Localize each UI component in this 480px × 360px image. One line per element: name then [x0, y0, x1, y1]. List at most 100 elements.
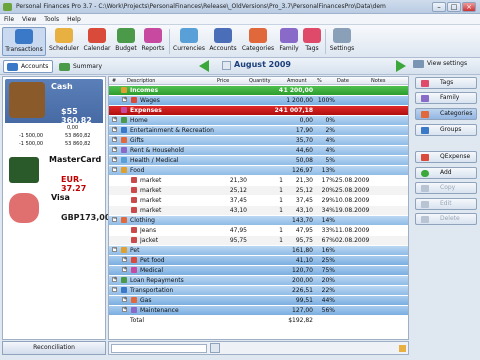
category-row[interactable]: + Rent & Household 44,60 4% [109, 146, 408, 155]
expand-toggle-icon[interactable]: + [122, 267, 127, 272]
expand-toggle-icon[interactable]: + [112, 117, 117, 122]
toolbar-accounts[interactable]: Accounts [207, 27, 239, 56]
previous-month-arrow[interactable] [199, 60, 209, 72]
search-icon[interactable] [210, 343, 220, 353]
transaction-row[interactable]: Jeans 47,95 1 47,95 33% 11.08.2009 [109, 226, 408, 235]
expand-toggle-icon[interactable]: + [122, 257, 127, 262]
transaction-row[interactable]: market 25,12 1 25,12 20% 25.08.2009 [109, 186, 408, 195]
account-card-visa[interactable]: Visa GBP173,00 [5, 191, 110, 227]
add-icon [421, 170, 429, 177]
category-row[interactable]: − Food 126,97 13% [109, 166, 408, 175]
column-header-notes[interactable]: Notes [371, 78, 385, 84]
delete-button[interactable]: Delete [415, 213, 477, 225]
cell-pct: 56% [321, 307, 335, 314]
expand-toggle-icon[interactable]: + [122, 297, 127, 302]
category-row[interactable]: + Entertainment & Recreation 17,90 2% [109, 126, 408, 135]
expand-toggle-icon[interactable]: + [112, 147, 117, 152]
expand-toggle-icon[interactable]: + [112, 137, 117, 142]
account-card-mastercard[interactable]: MasterCard EUR-37,27 [5, 153, 103, 193]
transaction-row[interactable]: market 43,10 1 43,10 34% 19.08.2009 [109, 206, 408, 215]
calendar-picker-icon[interactable] [222, 61, 231, 70]
cell-desc: Total [130, 317, 145, 324]
menu-view[interactable]: View [18, 14, 40, 25]
toolbar-transactions[interactable]: Transactions [2, 27, 46, 56]
toolbar-categories[interactable]: Categories [240, 27, 276, 56]
category-row[interactable]: + Maintenance 127,00 56% [109, 306, 408, 315]
expand-toggle-icon[interactable]: + [122, 307, 127, 312]
category-row[interactable]: + Health / Medical 50,08 5% [109, 156, 408, 165]
category-row[interactable]: Expenses 24 1 007,18 [109, 106, 408, 115]
cell-amt: 50,08 [295, 157, 313, 164]
category-row[interactable]: + Loan Repayments 200,00 20% [109, 276, 408, 285]
category-row[interactable]: + Wages 1 200,00 100% [109, 96, 408, 105]
maximize-button[interactable]: □ [447, 2, 461, 12]
add-button[interactable]: Add [415, 167, 477, 179]
resize-grip-icon [399, 345, 406, 352]
menu-help[interactable]: Help [63, 14, 85, 25]
qexpense-button[interactable]: QExpense [415, 151, 477, 163]
toolbar-currencies[interactable]: Currencies [172, 27, 206, 56]
cell-desc: Maintenance [140, 307, 179, 314]
piggy-bank-icon [9, 193, 39, 223]
filter-input[interactable] [111, 344, 207, 353]
category-row[interactable]: − Clothing 143,70 14% [109, 216, 408, 225]
close-button[interactable]: × [462, 2, 476, 12]
edit-icon [421, 201, 429, 208]
expand-toggle-icon[interactable]: − [112, 167, 117, 172]
category-row[interactable]: − Pet 161,80 16% [109, 246, 408, 255]
categories-button[interactable]: Categories [415, 108, 477, 120]
tags-button[interactable]: Tags [415, 77, 477, 89]
cell-desc: Gas [140, 297, 152, 304]
expand-toggle-icon[interactable]: − [112, 247, 117, 252]
detail-value: 0,00 [67, 125, 79, 131]
column-header-description[interactable]: Description [127, 78, 155, 84]
category-row[interactable]: Incomes 4 1 200,00 [109, 86, 408, 95]
toolbar-reports[interactable]: Reports [140, 27, 166, 56]
toolbar-scheduler[interactable]: Scheduler [47, 27, 81, 56]
category-row[interactable]: + Gas 99,51 44% [109, 296, 408, 305]
reconciliation-button[interactable]: Reconciliation [2, 341, 106, 355]
cell-pct: 2% [325, 127, 335, 134]
category-row[interactable]: + Pet food 41,10 25% [109, 256, 408, 265]
copy-button[interactable]: Copy [415, 182, 477, 194]
account-card-cash[interactable]: Cash $55 360,82 0,00 -1 500,00 53 860,82… [5, 79, 103, 149]
transaction-row[interactable]: market 37,45 1 37,45 29% 10.08.2009 [109, 196, 408, 205]
column-header-price[interactable]: Price [217, 78, 229, 84]
toolbar-label: Tags [305, 45, 319, 52]
toolbar-budget[interactable]: Budget [113, 27, 139, 56]
total-row[interactable]: Total $192,82 [109, 316, 408, 325]
expand-toggle-icon[interactable]: − [112, 287, 117, 292]
toolbar-calendar[interactable]: Calendar [82, 27, 112, 56]
expand-toggle-icon[interactable]: − [112, 217, 117, 222]
column-header-percent[interactable]: % [317, 78, 322, 84]
column-header-date[interactable]: Date [337, 78, 349, 84]
expand-toggle-icon[interactable]: + [112, 157, 117, 162]
minimize-button[interactable]: – [432, 2, 446, 12]
menu-tools[interactable]: Tools [40, 14, 63, 25]
cell-date: 25.08.2009 [335, 187, 369, 194]
column-header-number[interactable]: # [112, 78, 116, 84]
family-button[interactable]: Family [415, 92, 477, 104]
transaction-row[interactable]: market 21,30 1 21,30 17% 25.08.2009 [109, 176, 408, 185]
column-header-quantity[interactable]: Quantity [249, 78, 271, 84]
next-month-arrow[interactable] [396, 60, 406, 72]
column-header-amount[interactable]: Amount [287, 78, 307, 84]
category-row[interactable]: + Medical 120,70 75% [109, 266, 408, 275]
toolbar-settings[interactable]: Settings [328, 27, 356, 56]
category-row[interactable]: − Transportation 226,51 22% [109, 286, 408, 295]
groups-button[interactable]: Groups [415, 124, 477, 136]
expand-toggle-icon[interactable]: + [122, 97, 127, 102]
expand-toggle-icon[interactable]: + [112, 277, 117, 282]
summary-view-button[interactable]: Summary [55, 60, 105, 73]
accounts-view-button[interactable]: Accounts [3, 60, 53, 73]
category-row[interactable]: + Home 0,00 0% [109, 116, 408, 125]
transaction-row[interactable]: Jacket 95,75 1 95,75 67% 02.08.2009 [109, 236, 408, 245]
table-header: # Description Price Quantity Amount % Da… [109, 77, 408, 85]
toolbar-tags[interactable]: Tags [302, 27, 322, 56]
expand-toggle-icon[interactable]: + [112, 127, 117, 132]
edit-button[interactable]: Edit [415, 198, 477, 210]
menu-file[interactable]: File [0, 14, 18, 25]
toolbar-family[interactable]: Family [277, 27, 301, 56]
cell-qty: 24 [274, 107, 283, 114]
category-row[interactable]: + Gifts 35,70 4% [109, 136, 408, 145]
